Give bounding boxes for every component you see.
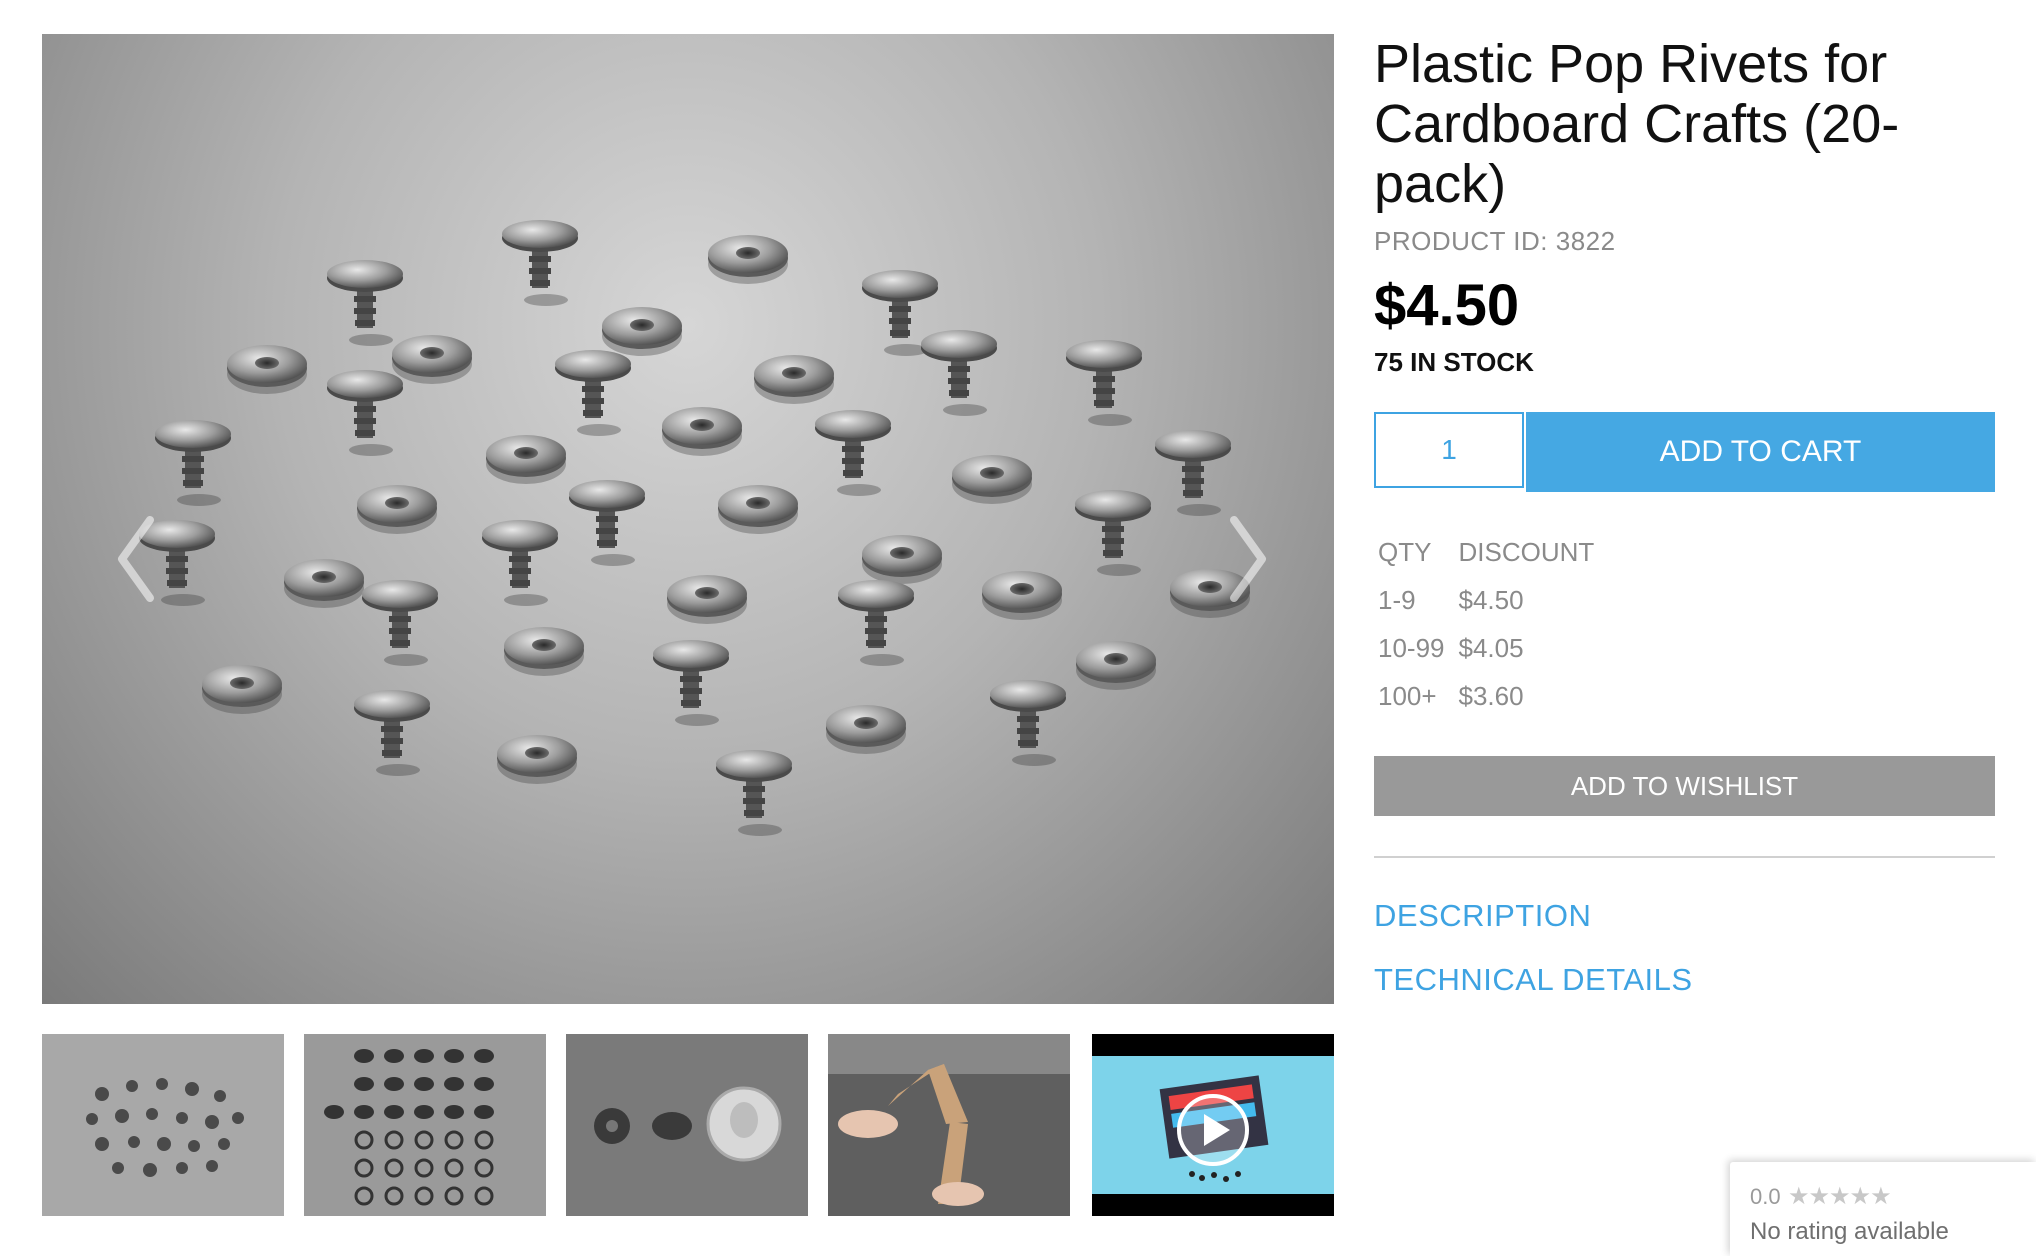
thumbnail-rivet-with-coin[interactable] [566, 1034, 808, 1216]
thumbnail-cardboard-arm[interactable] [828, 1034, 1070, 1216]
chevron-left-icon [118, 516, 154, 602]
qty-header: QTY [1378, 536, 1432, 567]
product-title: Plastic Pop Rivets for Cardboard Crafts … [1374, 34, 1900, 214]
gallery-prev-arrow[interactable] [106, 504, 166, 614]
discount-price: $4.50 [1458, 584, 1524, 615]
thumbnail-image [42, 1034, 284, 1216]
thumbnail-image [1092, 1034, 1334, 1216]
discount-header-row: QTY DISCOUNT [1374, 528, 1604, 576]
discount-price: $3.60 [1458, 680, 1524, 711]
gallery-next-arrow[interactable] [1218, 504, 1278, 614]
discount-header: DISCOUNT [1458, 536, 1595, 567]
chevron-right-icon [1230, 516, 1266, 602]
rating-score: 0.0 [1750, 1184, 1781, 1209]
rating-badge[interactable]: 0.0 ★★★★★ No rating available [1730, 1162, 2036, 1256]
discount-qty: 100+ [1378, 680, 1437, 711]
thumbnail-video[interactable] [1092, 1034, 1334, 1216]
thumbnail-image [304, 1034, 546, 1216]
tab-description[interactable]: DESCRIPTION [1374, 898, 1591, 934]
product-price: $4.50 [1374, 273, 1520, 338]
tab-technical-details[interactable]: TECHNICAL DETAILS [1374, 962, 1693, 998]
discount-table: QTY DISCOUNT 1-9 $4.50 10-99 $4.05 100+ … [1374, 528, 1604, 720]
star-rating-icon: ★★★★★ [1788, 1183, 1892, 1210]
discount-row: 100+ $3.60 [1374, 672, 1604, 720]
discount-price: $4.05 [1458, 632, 1524, 663]
thumbnail-rivets-rows[interactable] [304, 1034, 546, 1216]
stock-status: 75 IN STOCK [1374, 347, 1534, 377]
thumbnail-image [828, 1034, 1070, 1216]
main-product-image[interactable] [42, 34, 1334, 1004]
discount-row: 1-9 $4.50 [1374, 576, 1604, 624]
product-id: PRODUCT ID: 3822 [1374, 226, 1616, 256]
rating-label: No rating available [1750, 1218, 1949, 1245]
add-to-cart-button[interactable]: ADD TO CART [1526, 412, 1995, 492]
thumbnail-image [566, 1034, 808, 1216]
discount-qty: 1-9 [1378, 584, 1416, 615]
thumbnail-rivets-scattered[interactable] [42, 1034, 284, 1216]
discount-row: 10-99 $4.05 [1374, 624, 1604, 672]
section-divider [1374, 856, 1995, 858]
discount-qty: 10-99 [1378, 632, 1445, 663]
quantity-input[interactable] [1374, 412, 1524, 488]
add-to-wishlist-button[interactable]: ADD TO WISHLIST [1374, 756, 1995, 816]
rivets-photo [139, 220, 1250, 836]
